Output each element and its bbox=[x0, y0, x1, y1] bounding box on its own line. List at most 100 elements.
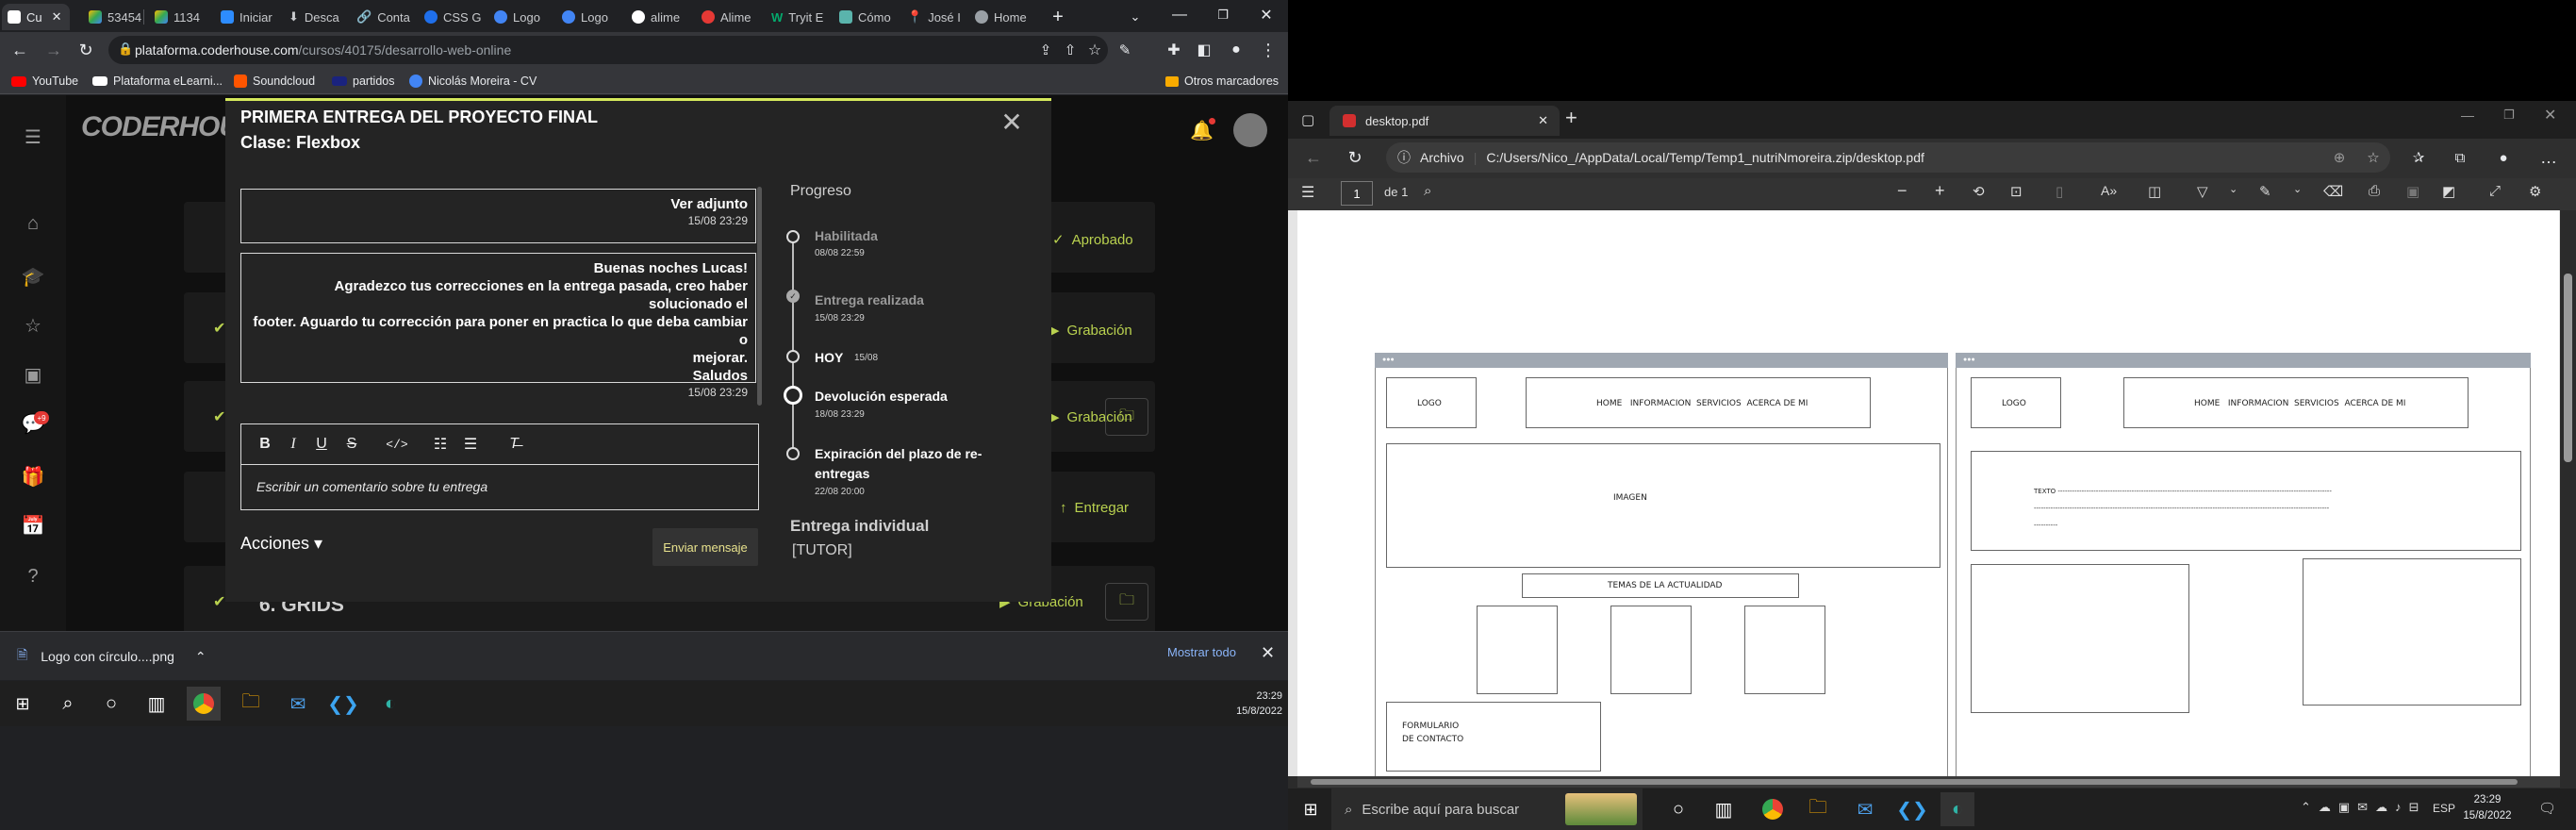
tab-logo-2[interactable]: Logo bbox=[556, 4, 617, 30]
tab-maps[interactable]: 📍 José I bbox=[901, 4, 964, 30]
filter-icon[interactable]: ▽ bbox=[2197, 183, 2208, 200]
mail-icon[interactable]: ✉ bbox=[1848, 792, 1882, 826]
chevron-up-icon[interactable]: ⌃ bbox=[195, 649, 206, 665]
tab-coderhouse[interactable]: Cu ✕ bbox=[2, 4, 70, 30]
edge-icon[interactable]: ◐ bbox=[373, 687, 407, 721]
reload-icon[interactable]: ↻ bbox=[72, 36, 100, 64]
minimize-button[interactable]: — bbox=[1158, 0, 1201, 30]
windows-start-icon[interactable]: ⊞ bbox=[1294, 792, 1328, 826]
entregar-button[interactable]: ↑ Entregar bbox=[1060, 489, 1129, 526]
bookmark-star-icon[interactable]: ☆ bbox=[1081, 36, 1109, 64]
help-icon[interactable]: ? bbox=[19, 562, 47, 590]
rotate-icon[interactable]: ⟲ bbox=[1973, 183, 1985, 200]
extension-icon[interactable]: ✎ bbox=[1111, 36, 1139, 64]
windows-start-icon[interactable]: ⊞ bbox=[6, 687, 40, 721]
system-tray-icons[interactable]: ⌃☁▣✉☁♪⊟ bbox=[2301, 800, 2426, 815]
calendar-icon[interactable]: 📅 bbox=[19, 511, 47, 540]
acciones-dropdown[interactable]: Acciones ▾ bbox=[240, 534, 322, 554]
side-panel-icon[interactable]: ◧ bbox=[1190, 36, 1218, 64]
chrome-taskbar-icon[interactable] bbox=[187, 687, 221, 721]
tab-actions-icon[interactable]: ▢ bbox=[1301, 111, 1314, 128]
back-arrow-icon[interactable]: ← bbox=[6, 36, 34, 64]
profile-icon[interactable]: ● bbox=[2489, 143, 2518, 172]
show-all-link[interactable]: Mostrar todo bbox=[1167, 645, 1236, 659]
settings-gear-icon[interactable]: ⚙ bbox=[2529, 183, 2541, 200]
pdf-search-icon[interactable]: ⌕ bbox=[1424, 183, 1431, 199]
zoom-icon[interactable]: ⊕ bbox=[2325, 143, 2353, 172]
favorite-add-icon[interactable]: ☆ bbox=[2359, 143, 2387, 172]
messages-scrollbar[interactable] bbox=[757, 187, 762, 406]
tab-close-icon[interactable]: ✕ bbox=[52, 9, 62, 25]
bookmark-plataforma[interactable]: Plataforma eLearni... bbox=[92, 71, 223, 91]
zoom-out-icon[interactable]: − bbox=[1897, 181, 1907, 201]
collections-icon[interactable]: ⧉ bbox=[2446, 143, 2474, 172]
home-icon[interactable]: ⌂ bbox=[19, 209, 47, 238]
pdf-hscroll-thumb[interactable] bbox=[1311, 779, 2518, 785]
close-window-button[interactable]: ✕ bbox=[2544, 106, 2556, 124]
tab-home[interactable]: Home bbox=[969, 4, 1047, 30]
edge-address-bar[interactable]: ⓘ Archivo | C:/Users/Nico_/AppData/Local/Te… bbox=[1386, 142, 2390, 173]
aprobado-status[interactable]: ✓ Aprobado bbox=[1052, 221, 1133, 258]
ordered-list-icon[interactable]: ☷ bbox=[430, 433, 451, 456]
strikethrough-icon[interactable]: S bbox=[341, 433, 362, 456]
comment-input-placeholder[interactable]: Escribir un comentario sobre tu entrega bbox=[256, 479, 487, 494]
tab-zoom[interactable]: Iniciar bbox=[215, 4, 275, 30]
code-icon[interactable]: </> bbox=[386, 433, 407, 456]
bookmark-youtube[interactable]: YouTube bbox=[11, 71, 78, 91]
bookmark-soundcloud[interactable]: Soundcloud bbox=[234, 71, 315, 91]
bookmark-otros[interactable]: Otros marcadores bbox=[1165, 71, 1279, 91]
extensions-puzzle-icon[interactable]: ✚ bbox=[1160, 36, 1188, 64]
save-icon[interactable]: ▣ bbox=[2406, 183, 2419, 200]
search-icon[interactable]: ⌕ bbox=[51, 687, 85, 721]
menu-dots-icon[interactable]: ⋮ bbox=[1254, 36, 1282, 64]
fit-page-icon[interactable]: ⊡ bbox=[2010, 183, 2023, 200]
download-item[interactable]: 🗎 Logo con círculo....png ⌃ bbox=[17, 645, 206, 668]
dropdown-chevron-icon[interactable]: ⌄ bbox=[2293, 183, 2302, 195]
print-icon[interactable]: ⎙ bbox=[2369, 183, 2380, 199]
bookmark-cv[interactable]: Nicolás Moreira - CV bbox=[409, 71, 537, 91]
new-tab-button[interactable]: + bbox=[1565, 106, 1577, 130]
page-number-input[interactable]: 1 bbox=[1341, 181, 1373, 206]
notifications-icon[interactable]: 🗨 bbox=[2538, 800, 2556, 817]
restore-button[interactable]: ❐ bbox=[1201, 0, 1245, 30]
mail-icon[interactable]: ✉ bbox=[281, 687, 315, 721]
pdf-scroll-thumb[interactable] bbox=[2564, 274, 2572, 462]
send-message-button[interactable]: Enviar mensaje bbox=[652, 528, 758, 566]
tab-desktop-pdf[interactable]: desktop.pdf ✕ bbox=[1329, 106, 1560, 136]
tab-drive-2[interactable]: 1134 bbox=[149, 4, 207, 30]
tab-alime-1[interactable]: alime bbox=[626, 4, 688, 30]
immersive-reader-icon[interactable]: ◫ bbox=[2148, 183, 2161, 200]
profile-icon[interactable]: ● bbox=[1222, 36, 1250, 64]
vscode-icon[interactable]: ❮❯ bbox=[1895, 792, 1929, 826]
grabacion-button[interactable]: ▶ Grabación bbox=[1049, 311, 1132, 349]
minimize-button[interactable]: — bbox=[2461, 108, 2474, 123]
graduation-cap-icon[interactable]: 🎓 bbox=[19, 262, 47, 290]
tab-logo-1[interactable]: Logo bbox=[488, 4, 549, 30]
save-as-icon[interactable]: ◩ bbox=[2442, 183, 2455, 200]
chrome-taskbar-icon[interactable] bbox=[1756, 792, 1790, 826]
right-clock[interactable]: 23:29 15/8/2022 bbox=[2459, 792, 2516, 824]
tab-close-icon[interactable]: ✕ bbox=[1538, 113, 1548, 128]
close-window-button[interactable]: ✕ bbox=[1245, 0, 1288, 30]
taskbar-search-box[interactable]: ⌕ Escribe aquí para buscar bbox=[1331, 788, 1643, 830]
fullscreen-icon[interactable]: ⤢ bbox=[2489, 183, 2501, 199]
zoom-in-icon[interactable]: + bbox=[1935, 181, 1945, 201]
favorites-icon[interactable]: ✰ bbox=[2404, 143, 2433, 172]
tab-conta[interactable]: 🔗 Conta bbox=[351, 4, 411, 30]
clear-format-icon[interactable]: T̶ bbox=[504, 433, 524, 456]
dropdown-chevron-icon[interactable]: ⌄ bbox=[2229, 183, 2237, 195]
restore-button[interactable]: ❐ bbox=[2503, 108, 2515, 123]
cortana-icon[interactable]: ○ bbox=[94, 687, 128, 721]
tab-alime-2[interactable]: Alime bbox=[696, 4, 758, 30]
modal-close-icon[interactable]: ✕ bbox=[998, 108, 1026, 137]
close-download-bar-icon[interactable]: ✕ bbox=[1261, 643, 1275, 663]
folder-button[interactable]: 🗀 bbox=[1105, 583, 1148, 621]
task-view-icon[interactable]: ▥ bbox=[140, 687, 173, 721]
reload-icon[interactable]: ↻ bbox=[1341, 143, 1369, 172]
tab-search-chevron-icon[interactable]: ⌄ bbox=[1124, 6, 1147, 28]
star-icon[interactable]: ☆ bbox=[19, 311, 47, 340]
bookmark-partidos[interactable]: partidos bbox=[332, 71, 394, 91]
file-explorer-icon[interactable]: 🗀 bbox=[1801, 792, 1835, 826]
vscode-icon[interactable]: ❮❯ bbox=[326, 687, 360, 721]
new-tab-button[interactable]: + bbox=[1047, 6, 1069, 28]
